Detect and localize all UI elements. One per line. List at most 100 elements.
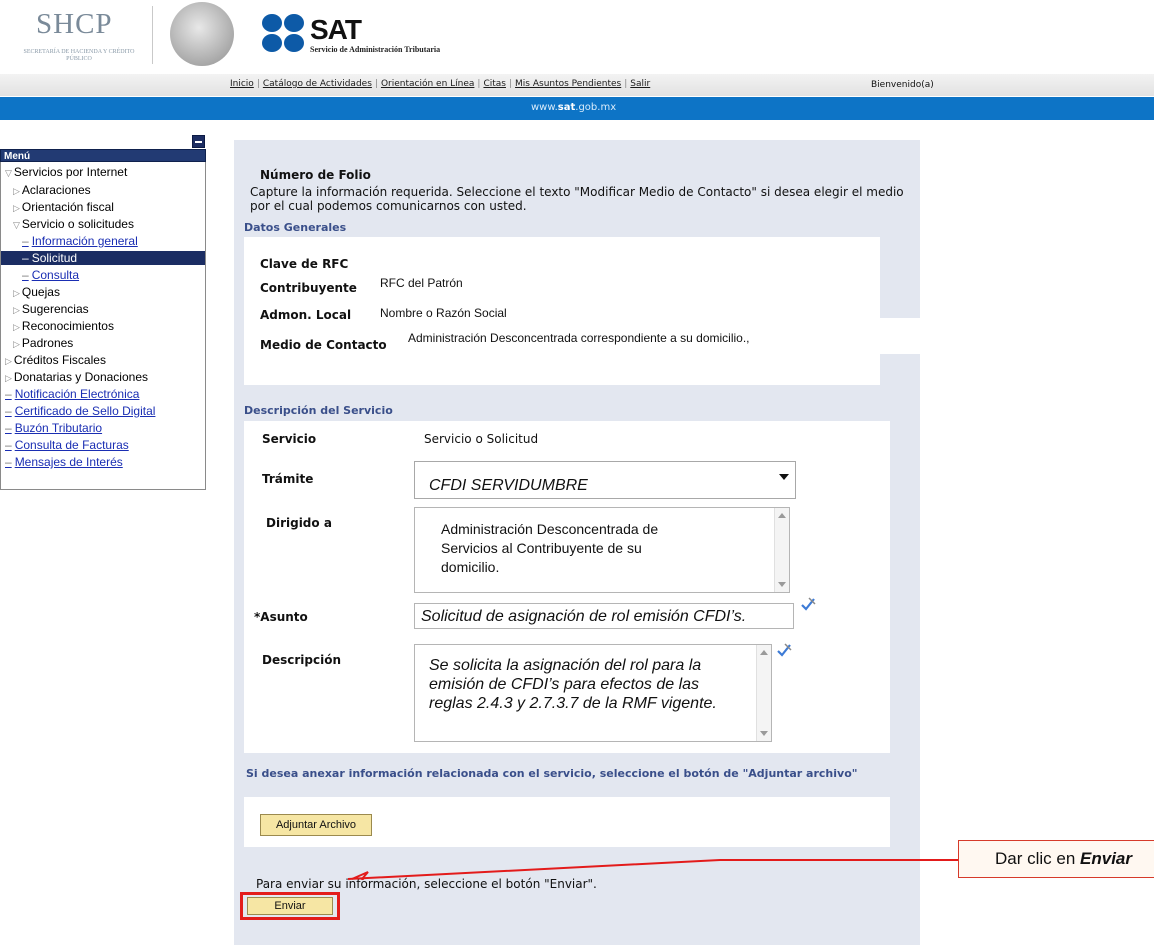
sidebar-item-informacion-general[interactable]: – Información general bbox=[22, 234, 138, 248]
collapse-menu-icon[interactable] bbox=[192, 135, 205, 148]
site-url: www.sat.gob.mx bbox=[531, 102, 617, 113]
admon-local-value: Nombre o Razón Social bbox=[380, 306, 507, 320]
collapsed-triangle-icon: ▷ bbox=[5, 356, 12, 366]
dash-bullet-icon: – bbox=[22, 268, 29, 282]
callout-emphasis: Enviar bbox=[1080, 849, 1133, 868]
dash-bullet-icon: – bbox=[5, 387, 12, 401]
sidebar-item-quejas[interactable]: ▷ Quejas bbox=[13, 285, 60, 300]
contribuyente-value: RFC del Patrón bbox=[380, 276, 463, 290]
scroll-up-arrow-icon bbox=[760, 650, 768, 655]
scroll-down-arrow-icon bbox=[760, 731, 768, 736]
medio-contacto-value: Administración Desconcentrada correspond… bbox=[408, 331, 750, 345]
dash-bullet-icon: – bbox=[5, 438, 12, 452]
general-data-section-title: Datos Generales bbox=[244, 221, 347, 234]
nav-link-citas[interactable]: Citas bbox=[483, 79, 506, 89]
collapsed-triangle-icon: ▷ bbox=[13, 305, 20, 315]
scroll-down-arrow-icon bbox=[778, 582, 786, 587]
sidebar-menu: Menú ▽ Servicios por Internet ▷ Aclaracion… bbox=[0, 120, 208, 492]
descripcion-textarea[interactable]: Se solicita la asignación del rol para l… bbox=[414, 644, 772, 742]
sidebar-top-strip bbox=[0, 133, 208, 149]
asunto-value: Solicitud de asignación de rol emisión C… bbox=[421, 608, 747, 625]
tramite-select[interactable]: CFDI SERVIDUMBRE bbox=[414, 461, 796, 499]
menu-list: ▽ Servicios por Internet ▷ Aclaraciones ▷ O… bbox=[0, 162, 206, 490]
top-nav-bar: Inicio | Catálogo de Actividades | Orientaci… bbox=[0, 74, 1154, 96]
sat-logo-text: SAT bbox=[310, 14, 362, 45]
descripcion-scrollbar[interactable] bbox=[756, 645, 771, 741]
sidebar-item-consulta[interactable]: – Consulta bbox=[22, 268, 79, 282]
enviar-callout: Dar clic en Enviar bbox=[958, 840, 1154, 878]
dash-bullet-icon: – bbox=[22, 251, 29, 265]
mexico-seal-icon bbox=[170, 2, 234, 66]
sidebar-item-donatarias[interactable]: ▷ Donatarias y Donaciones bbox=[5, 370, 148, 385]
collapsed-triangle-icon: ▷ bbox=[13, 339, 20, 349]
collapsed-triangle-icon: ▷ bbox=[5, 373, 12, 383]
general-data-box-extension bbox=[874, 318, 920, 354]
shcp-logo-text: SHCP bbox=[36, 8, 113, 40]
top-nav-links: Inicio | Catálogo de Actividades | Orientaci… bbox=[230, 79, 651, 89]
sidebar-item-mensajes[interactable]: – Mensajes de Interés bbox=[5, 455, 123, 469]
welcome-text: Bienvenido(a) bbox=[871, 80, 934, 90]
contribuyente-label: Contribuyente bbox=[260, 281, 357, 295]
scroll-up-arrow-icon bbox=[778, 513, 786, 518]
site-header: SHCP SECRETARÍA DE HACIENDA Y CRÉDITO PÚ… bbox=[0, 0, 1154, 70]
asunto-input[interactable]: Solicitud de asignación de rol emisión C… bbox=[414, 603, 794, 629]
nav-link-orientacion[interactable]: Orientación en Línea bbox=[381, 79, 474, 89]
dash-bullet-icon: – bbox=[5, 455, 12, 469]
nav-link-inicio[interactable]: Inicio bbox=[230, 79, 254, 89]
site-url-band: www.sat.gob.mx bbox=[0, 97, 1154, 120]
folio-title: Número de Folio bbox=[260, 168, 371, 182]
chevron-down-icon bbox=[779, 474, 789, 480]
servicio-value: Servicio o Solicitud bbox=[424, 432, 539, 446]
dirigido-scrollbar[interactable] bbox=[774, 508, 789, 592]
sidebar-item-certificado[interactable]: – Certificado de Sello Digital bbox=[5, 404, 155, 418]
rfc-label: Clave de RFC bbox=[260, 257, 349, 271]
spellcheck-icon[interactable] bbox=[776, 643, 792, 657]
sidebar-item-orientacion-fiscal[interactable]: ▷ Orientación fiscal bbox=[13, 200, 114, 215]
servicio-label: Servicio bbox=[262, 432, 317, 446]
sidebar-item-sugerencias[interactable]: ▷ Sugerencias bbox=[13, 302, 89, 317]
sidebar-item-reconocimientos[interactable]: ▷ Reconocimientos bbox=[13, 319, 114, 334]
sidebar-item-servicios-internet[interactable]: ▽ Servicios por Internet bbox=[5, 165, 127, 180]
form-instructions: Capture la información requerida. Selecc… bbox=[250, 185, 904, 213]
sidebar-item-servicio-solicitudes[interactable]: ▽ Servicio o solicitudes bbox=[13, 217, 134, 232]
menu-title: Menú bbox=[0, 149, 206, 162]
sidebar-item-consulta-facturas[interactable]: – Consulta de Facturas bbox=[5, 438, 129, 452]
attach-instructions: Si desea anexar información relacionada … bbox=[246, 767, 858, 780]
spellcheck-icon[interactable] bbox=[800, 597, 816, 611]
descripcion-label: Descripción bbox=[262, 653, 341, 667]
sidebar-item-notificacion[interactable]: – Notificación Electrónica bbox=[5, 387, 139, 401]
sat-logo-icon bbox=[262, 14, 306, 54]
collapsed-triangle-icon: ▷ bbox=[13, 203, 20, 213]
dirigido-label: Dirigido a bbox=[266, 516, 332, 530]
dirigido-textarea[interactable]: Administración Desconcentrada de Servici… bbox=[414, 507, 790, 593]
shcp-logo-subtitle: SECRETARÍA DE HACIENDA Y CRÉDITO PÚBLICO bbox=[23, 49, 135, 62]
dash-bullet-icon: – bbox=[22, 234, 29, 248]
expanded-triangle-icon: ▽ bbox=[5, 168, 12, 178]
nav-link-catalogo[interactable]: Catálogo de Actividades bbox=[263, 79, 372, 89]
expanded-triangle-icon: ▽ bbox=[13, 220, 20, 230]
sidebar-item-aclaraciones[interactable]: ▷ Aclaraciones bbox=[13, 183, 91, 198]
nav-link-salir[interactable]: Salir bbox=[630, 79, 650, 89]
medio-contacto-label: Medio de Contacto bbox=[260, 338, 387, 352]
send-button[interactable]: Enviar bbox=[247, 897, 333, 915]
service-description-section-title: Descripción del Servicio bbox=[244, 404, 393, 417]
collapsed-triangle-icon: ▷ bbox=[13, 288, 20, 298]
asunto-label: *Asunto bbox=[254, 610, 308, 624]
callout-arrow bbox=[347, 859, 960, 880]
sidebar-item-buzon[interactable]: – Buzón Tributario bbox=[5, 421, 102, 435]
descripcion-value: Se solicita la asignación del rol para l… bbox=[429, 657, 717, 712]
sidebar-item-creditos-fiscales[interactable]: ▷ Créditos Fiscales bbox=[5, 353, 106, 368]
nav-link-asuntos[interactable]: Mis Asuntos Pendientes bbox=[515, 79, 621, 89]
dash-bullet-icon: – bbox=[5, 404, 12, 418]
sidebar-item-solicitud[interactable]: – Solicitud bbox=[1, 251, 205, 265]
sidebar-item-padrones[interactable]: ▷ Padrones bbox=[13, 336, 73, 351]
tramite-selected-value: CFDI SERVIDUMBRE bbox=[429, 477, 588, 494]
dirigido-value: Administración Desconcentrada de Servici… bbox=[441, 521, 659, 575]
sat-logo-subtitle: Servicio de Administración Tributaria bbox=[310, 45, 441, 54]
admon-local-label: Admon. Local bbox=[260, 308, 352, 322]
collapsed-triangle-icon: ▷ bbox=[13, 322, 20, 332]
collapsed-triangle-icon: ▷ bbox=[13, 186, 20, 196]
dash-bullet-icon: – bbox=[5, 421, 12, 435]
callout-prefix: Dar clic en bbox=[995, 849, 1081, 868]
tramite-label: Trámite bbox=[262, 472, 314, 486]
